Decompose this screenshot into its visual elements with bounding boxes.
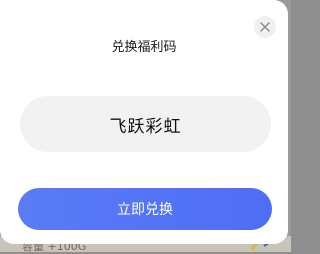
close-button[interactable]: [254, 16, 276, 38]
redeem-now-label: 立即兑换: [117, 202, 173, 218]
redeem-now-button[interactable]: 立即兑换: [18, 188, 272, 230]
dialog-title: 兑换福利码: [111, 40, 177, 55]
code-input-field[interactable]: 飞跃彩虹: [20, 96, 271, 152]
close-icon: [260, 22, 270, 32]
code-input-value: 飞跃彩虹: [109, 116, 182, 137]
redeem-dialog: 兑换福利码 飞跃彩虹 立即兑换: [0, 0, 288, 244]
